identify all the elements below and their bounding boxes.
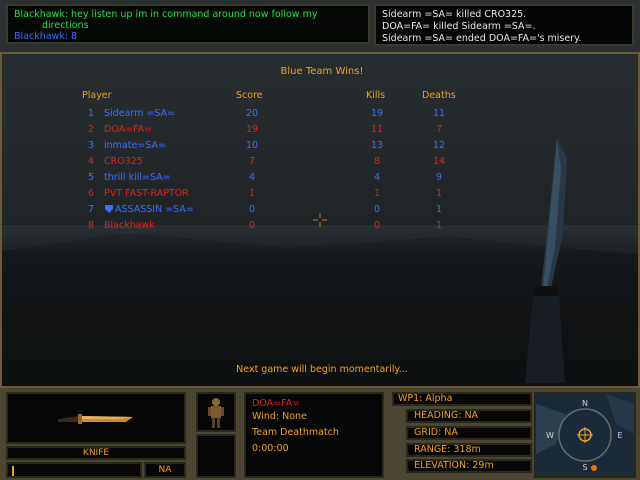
- kill-feed-entry: Sidearm =SA= ended DOA=FA='s misery.: [382, 33, 582, 44]
- game-mode-label: Team Deathmatch: [252, 427, 339, 438]
- chat-message: Blackhawk: 8: [14, 31, 78, 42]
- player-kills: 13: [370, 140, 384, 151]
- game-info-panel: DOA=FA= Wind: None Team Deathmatch 0:00:…: [244, 392, 384, 478]
- rank: 2: [88, 124, 95, 135]
- game-timer: 0:00:00: [252, 443, 289, 454]
- header-deaths: Deaths: [422, 90, 456, 101]
- crosshair-icon: [313, 213, 327, 227]
- player-score: 1: [248, 188, 256, 199]
- soldier-panel: [196, 392, 236, 432]
- heading-label: HEADING: NA: [406, 409, 532, 423]
- rank: 8: [88, 220, 95, 231]
- player-score: 10: [246, 140, 259, 151]
- rank: 4: [88, 156, 95, 167]
- scoreboard-row: 5 thrill kill=SA= 4 4 9: [2, 172, 640, 186]
- player-score: 19: [246, 124, 259, 135]
- player-name: PVT FAST-RAPTOR: [104, 188, 189, 199]
- chat-message: Blackhawk: hey listen up im in command a…: [14, 9, 318, 20]
- rank: 3: [88, 140, 95, 151]
- player-deaths: 9: [435, 172, 443, 183]
- ammo-panel: [6, 462, 142, 478]
- compass-north: N: [582, 399, 588, 408]
- scoreboard-row: 6 PVT FAST-RAPTOR 1 1 1: [2, 188, 640, 202]
- header-player: Player: [82, 90, 112, 101]
- compass-south: S: [582, 463, 587, 472]
- bottom-hud: KNIFE NA DOA=FA= Wind: None Team Deathma…: [0, 388, 640, 480]
- player-deaths: 1: [435, 188, 443, 199]
- player-deaths: 1: [435, 204, 443, 215]
- ammo-count: NA: [144, 462, 186, 478]
- player-score: 20: [246, 108, 259, 119]
- player-name: Blackhawk: [104, 220, 155, 231]
- player-score: 4: [248, 172, 256, 183]
- player-deaths: 14: [432, 156, 446, 167]
- player-deaths: 12: [432, 140, 446, 151]
- rank: 6: [88, 188, 95, 199]
- next-game-message: Next game will begin momentarily...: [236, 364, 408, 375]
- player-deaths: 1: [435, 220, 443, 231]
- player-kills: 0: [373, 220, 381, 231]
- player-score: 7: [248, 156, 256, 167]
- player-score: 0: [248, 204, 256, 215]
- rank: 5: [88, 172, 95, 183]
- player-name: inmate=SA=: [104, 140, 166, 151]
- elevation-label: ELEVATION: 29m: [406, 459, 532, 473]
- stance-panel: [196, 434, 236, 478]
- scoreboard-title: Blue Team Wins!: [280, 66, 364, 77]
- scoreboard-row: 1 Sidearm =SA= 20 19 11: [2, 108, 640, 122]
- player-name: ASSASSIN =SA=: [115, 204, 194, 215]
- player-name: CRO325: [104, 156, 143, 167]
- range-label: RANGE: 318m: [406, 443, 532, 457]
- rank: 1: [88, 108, 95, 119]
- chat-message-continued: directions: [42, 20, 89, 31]
- weapon-panel: [6, 392, 186, 444]
- header-kills: Kills: [366, 90, 386, 101]
- kill-feed: Sidearm =SA= killed CRO325. DOA=FA= kill…: [374, 4, 634, 46]
- soldier-icon: [208, 398, 224, 428]
- compass-icon: N E S W: [534, 392, 636, 478]
- header-score: Score: [236, 90, 263, 101]
- rank: 7: [88, 204, 95, 215]
- player-kills: 8: [373, 156, 381, 167]
- player-deaths: 7: [435, 124, 443, 135]
- player-kills: 19: [370, 108, 384, 119]
- knife-icon: [58, 414, 133, 424]
- waypoint-label: WP1: Alpha: [392, 392, 532, 406]
- scoreboard-row: 3 inmate=SA= 10 13 12: [2, 140, 640, 154]
- ammo-bar: [12, 466, 14, 476]
- grid-label: GRID: NA: [406, 426, 532, 440]
- chat-box: Blackhawk: hey listen up im in command a…: [6, 4, 370, 44]
- compass-west: W: [546, 431, 554, 440]
- compass-east: E: [617, 431, 622, 440]
- player-score: 0: [248, 220, 256, 231]
- scoreboard-row: 4 CRO325 7 8 14: [2, 156, 640, 170]
- player-deaths: 11: [432, 108, 446, 119]
- player-kills: 11: [370, 124, 384, 135]
- kill-feed-entry: DOA=FA= killed Sidearm =SA=.: [382, 21, 536, 32]
- shield-icon: [104, 204, 114, 217]
- player-kills: 0: [373, 204, 381, 215]
- player-name: Sidearm =SA=: [104, 108, 176, 119]
- wind-label: Wind: None: [252, 411, 307, 422]
- kill-feed-entry: Sidearm =SA= killed CRO325.: [382, 9, 527, 20]
- player-name-label: DOA=FA=: [252, 398, 301, 409]
- weapon-name: KNIFE: [6, 446, 186, 460]
- player-kills: 1: [373, 188, 381, 199]
- player-kills: 4: [373, 172, 381, 183]
- scoreboard-row: 2 DOA=FA= 19 11 7: [2, 124, 640, 138]
- player-name: thrill kill=SA=: [104, 172, 171, 183]
- player-name: DOA=FA=: [104, 124, 153, 135]
